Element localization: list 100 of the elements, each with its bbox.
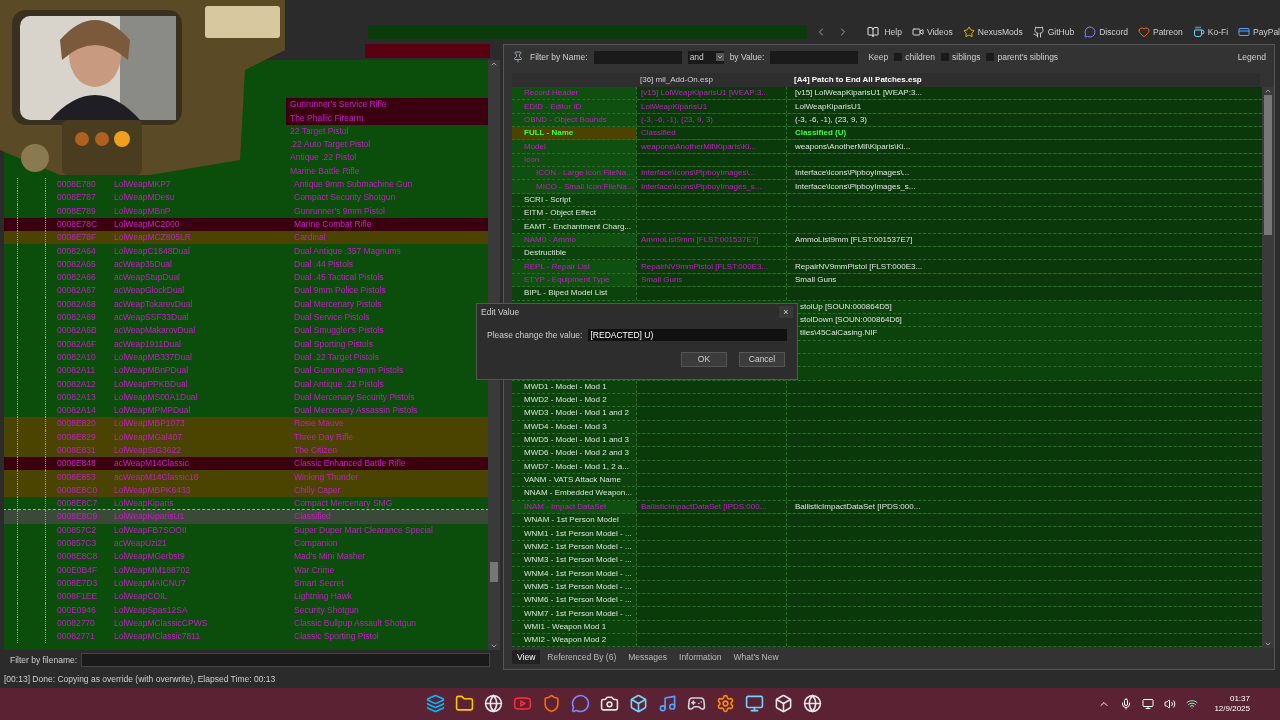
form-id: 0008E78C <box>57 218 98 229</box>
field-label: Model <box>524 140 546 153</box>
field-value: stolUp [SOUN:000864D5] <box>800 300 892 313</box>
record-name: Gunrunner's 9mm Pistol <box>294 204 385 218</box>
form-id: 00082A13 <box>57 391 96 402</box>
record-name: .22 Auto Target Pistol <box>290 138 371 151</box>
record-name: Gunrunner's Service Rifle <box>290 98 387 111</box>
field-value: Interface\Icons\PipboyImages\... <box>641 167 756 180</box>
record-name: Dual Mercenary Pistols <box>294 297 382 311</box>
editor-id: LolWeapMC2000 <box>114 218 180 229</box>
column-header: [36] mil_Add-On.esp <box>639 74 714 86</box>
field-label: WNM5 - 1st Person Model - ... <box>524 580 632 593</box>
record-name: Compact Security Shotgun <box>294 191 396 205</box>
record-name: 22 Target Pistol <box>290 124 349 138</box>
field-value: Small Guns <box>795 274 837 286</box>
field-value: tiles\45CalCasing.NIF <box>800 327 878 340</box>
editor-id: LolWeapMCZ805LR <box>114 232 191 243</box>
editor-id: LolWeapFB7SOOII <box>114 524 187 535</box>
field-value: BallisticImpactDataSet [IPDS:000... <box>795 500 921 513</box>
form-id: 00082A10 <box>57 351 96 362</box>
field-value: Interface\Icons\PipboyImages\... <box>795 167 910 180</box>
field-label: MWD1 - Model - Mod 1 <box>524 380 607 393</box>
field-label: MWD2 - Model - Mod 2 <box>524 394 607 407</box>
record-name: Chilly Caper <box>294 483 341 497</box>
form-id: 0008E831 <box>57 445 96 455</box>
record-name: Dual Antique .357 Magnums <box>294 244 401 258</box>
editor-id: LolWeapMDesu <box>114 192 175 203</box>
editor-id: LolWeapSIG3622 <box>114 445 181 455</box>
keep-label: Keep <box>868 50 889 64</box>
field-label: WNAM - 1st Person Model <box>524 514 619 527</box>
record-name: Super Duper Mart Clearance Special <box>294 523 433 537</box>
form-id: 0008E8C7 <box>57 498 98 509</box>
field-label: MWD3 - Model - Mod 1 and 2 <box>524 407 629 420</box>
prompt-label: Please change the value: <box>487 329 583 342</box>
field-label: EDID - Editor ID <box>524 100 582 113</box>
record-name: Smart Secret <box>294 576 344 590</box>
form-id: 0008E820 <box>57 418 96 429</box>
editor-id: LolWeapMBPK6433 <box>114 484 191 495</box>
form-id: 0008E848 <box>57 458 96 469</box>
editor-id: acWeapTokarevDual <box>114 298 193 309</box>
form-id: 00082A11 <box>57 365 96 376</box>
field-label: WMI2 - Weapon Mod 2 <box>524 634 607 647</box>
record-name: Classified <box>294 510 331 524</box>
record-name: Rosie Mauve <box>294 417 344 431</box>
record-name: Marine Battle Rifle <box>290 164 360 178</box>
field-label: Record Header <box>524 87 579 100</box>
form-id: 00082771 <box>57 631 95 642</box>
record-name: War Crime <box>294 563 335 577</box>
form-id: 000E0B4F <box>57 564 98 575</box>
field-value: AmmoList9mm [FLST:001537E7] <box>641 233 759 246</box>
form-id: 00082A66 <box>57 272 96 283</box>
form-id: 00082A69 <box>57 312 96 322</box>
filter-label: Filter by filename: <box>10 653 78 667</box>
record-name: Dual Gunrunner 9mm Pistols <box>294 364 404 377</box>
editor-id: LolWeapMClassic7811 <box>114 631 201 642</box>
field-label: VANM - VATS Attack Name <box>524 474 621 487</box>
record-name: The Phallic Firearm <box>290 111 364 125</box>
editor-id: LolWeapMM188702 <box>114 564 190 575</box>
filter-label: by Value: <box>729 50 765 64</box>
editor-id: acWeapM14Classic <box>114 458 189 469</box>
field-label: BIPL - Biped Model List <box>524 287 608 300</box>
form-id: 00082A6B <box>57 325 97 336</box>
form-id: 00082A64 <box>57 245 96 256</box>
editor-id: LolWeapMKP7 <box>114 179 171 190</box>
record-name: Marine Combat Rifle <box>294 217 372 231</box>
field-label: NNAM - Embedded Weapon... <box>524 487 632 500</box>
field-value: RepairNV9mmPistol [FLST:000E3... <box>795 260 923 273</box>
editor-id: acWeap1911Dual <box>114 338 181 349</box>
form-id: 00082A12 <box>57 378 96 389</box>
editor-id: LolWeapMGerbst9 <box>114 551 185 562</box>
field-value: (-3, -6, -1), (23, 9, 3) <box>795 113 868 126</box>
field-value: AmmoList9mm [FLST:001537E7] <box>795 233 913 246</box>
record-name: Classic Enhanced Battle Rifle <box>294 457 406 471</box>
editor-id: LolWeapMGal407 <box>114 431 182 442</box>
record-name: Classic Sporting Pistol <box>294 630 379 643</box>
record-name: Dual Sporting Pistols <box>294 337 373 351</box>
field-label: MWD4 - Model - Mod 3 <box>524 420 607 433</box>
field-label: REPL - Repair List <box>524 260 590 273</box>
editor-id: LolWeapMPMPDual <box>114 405 191 416</box>
field-label: EAMT - Enchantment Charg... <box>524 220 631 233</box>
record-name: Lightning Hawk <box>294 590 353 603</box>
field-label: EITM - Object Effect <box>524 207 596 220</box>
editor-id: acWeapM14Classic18 <box>114 471 199 482</box>
field-label: OBND - Object Bounds <box>524 113 607 126</box>
record-name: Dual Mercenary Security Pistols <box>294 390 415 404</box>
record-name: The Citizen <box>294 444 337 457</box>
field-label: ETYP - Equipment Type <box>524 274 610 286</box>
record-name: Three Day Rifle <box>294 430 354 444</box>
status-message: [00:13] Done: Copying as override (with overwrite), Elapsed Time: 00:13 <box>4 672 276 686</box>
form-id: 0008E829 <box>57 431 96 442</box>
field-label: WNM1 - 1st Person Model - ... <box>524 527 632 540</box>
field-value: LolWeapKiparisU1 <box>641 100 708 113</box>
record-name: Dual Antique .22 Pistols <box>294 377 384 391</box>
editor-id: LolWeapMBnP <box>114 205 171 216</box>
field-label: WNM7 - 1st Person Model - ... <box>524 607 632 620</box>
editor-id: acWeapGlockDual <box>114 285 185 296</box>
form-id: 0008E8C8 <box>57 551 98 562</box>
checkbox-label: parent's siblings <box>997 50 1059 64</box>
field-label: MWD7 - Model - Mod 1, 2 a... <box>524 460 629 473</box>
field-label: WNM3 - 1st Person Model - ... <box>524 554 632 567</box>
